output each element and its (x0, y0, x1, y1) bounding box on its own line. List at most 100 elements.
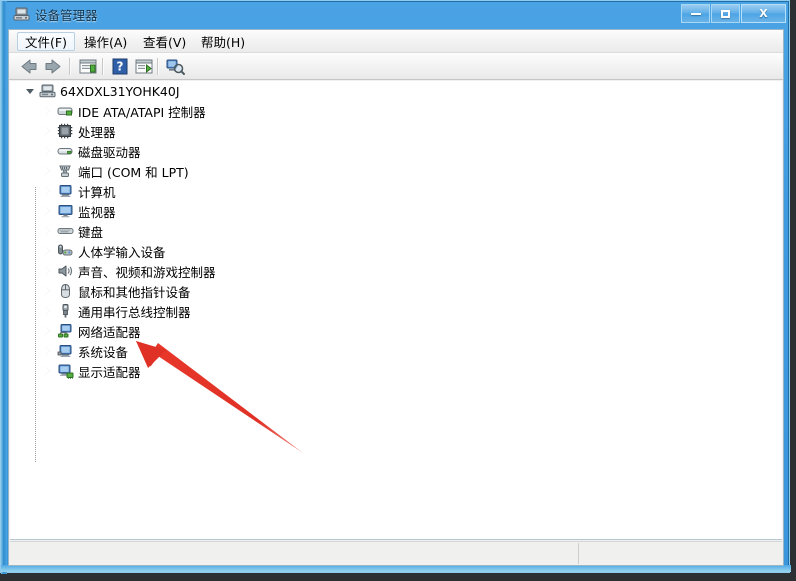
port-icon (56, 163, 74, 179)
tree-item-label: 网络适配器 (78, 324, 141, 340)
caption-buttons: X (681, 4, 786, 23)
tree-item-ide-controller[interactable]: IDE ATA/ATAPI 控制器 (42, 101, 206, 121)
tree-item-label: 人体学输入设备 (78, 244, 166, 260)
tree-item-network-adapter[interactable]: 网络适配器 (42, 321, 141, 341)
scan-hardware-button[interactable] (164, 56, 186, 77)
forward-arrow-icon (45, 59, 61, 74)
device-manager-icon (13, 7, 30, 21)
tree-root-node[interactable]: 64XDXL31YOHK40J (24, 81, 180, 101)
expander-system-devices[interactable] (42, 341, 56, 361)
device-tree[interactable]: 64XDXL31YOHK40J IDE ATA/ATAPI 控制器 处理器 磁盘… (10, 81, 782, 540)
window-glow-left (1, 1, 7, 574)
display-adapter-icon (56, 363, 74, 379)
device-manager-window: 设备管理器 X 文件(F) 操作(A) 查看(V) 帮助(H) ? 64XDXL… (0, 0, 791, 574)
client-area: 文件(F) 操作(A) 查看(V) 帮助(H) ? 64XDXL31YOHK40… (8, 29, 784, 566)
tree-item-hid[interactable]: 人体学输入设备 (42, 241, 166, 261)
tree-item-label: 键盘 (78, 224, 104, 240)
expander-ports[interactable] (42, 161, 56, 181)
tree-item-computer[interactable]: 计算机 (42, 181, 116, 201)
menu-help[interactable]: 帮助(H) (194, 32, 252, 51)
expander-computer[interactable] (42, 181, 56, 201)
monitor-icon (56, 203, 74, 219)
forward-button[interactable] (42, 56, 64, 77)
help-button[interactable]: ? (109, 56, 131, 77)
close-icon: X (759, 7, 768, 20)
close-button[interactable]: X (741, 4, 786, 23)
tree-item-label: IDE ATA/ATAPI 控制器 (78, 104, 206, 120)
keyboard-icon (56, 223, 74, 239)
expander-monitor[interactable] (42, 201, 56, 221)
toolbar-separator-2 (102, 58, 104, 75)
tree-root-label: 64XDXL31YOHK40J (60, 83, 180, 99)
status-bar-separator (578, 543, 579, 564)
tree-item-ports[interactable]: 端口 (COM 和 LPT) (42, 161, 189, 181)
tree-item-usb[interactable]: 通用串行总线控制器 (42, 301, 191, 321)
toolbar: ? (9, 53, 783, 80)
update-driver-icon (135, 59, 153, 74)
title-bar[interactable]: 设备管理器 X (1, 1, 791, 28)
computer-root-icon (38, 83, 56, 99)
disk-drive-icon (56, 143, 74, 159)
tree-item-label: 鼠标和其他指针设备 (78, 284, 191, 300)
expander-display-adapter[interactable] (42, 361, 56, 381)
menu-file[interactable]: 文件(F) (17, 32, 75, 51)
tree-item-system-devices[interactable]: 系统设备 (42, 341, 128, 361)
menu-file-label: 文件(F) (25, 35, 67, 50)
computer-icon (56, 183, 74, 199)
tree-item-label: 计算机 (78, 184, 116, 200)
expander-keyboard[interactable] (42, 221, 56, 241)
tree-item-label: 声音、视频和游戏控制器 (78, 264, 216, 280)
tree-item-label: 磁盘驱动器 (78, 144, 141, 160)
tree-connector-line (35, 187, 36, 463)
tree-item-display-adapter[interactable]: 显示适配器 (42, 361, 141, 381)
properties-button[interactable] (77, 56, 99, 77)
tree-item-keyboard[interactable]: 键盘 (42, 221, 103, 241)
back-button[interactable] (18, 56, 40, 77)
menu-view-label: 查看(V) (143, 35, 187, 50)
hid-icon (56, 243, 74, 259)
toolbar-separator-1 (69, 58, 71, 75)
network-adapter-icon (56, 323, 74, 339)
minimize-icon (682, 5, 709, 22)
expander-usb[interactable] (42, 301, 56, 321)
expander-processor[interactable] (42, 121, 56, 141)
tree-item-processor[interactable]: 处理器 (42, 121, 116, 141)
update-driver-button[interactable] (133, 56, 155, 77)
tree-item-label: 监视器 (78, 204, 116, 220)
processor-icon (56, 123, 74, 139)
menu-view[interactable]: 查看(V) (136, 32, 193, 51)
expander-ide-controller[interactable] (42, 101, 56, 121)
back-arrow-icon (21, 59, 37, 74)
menu-action-label: 操作(A) (84, 35, 128, 50)
maximize-icon (712, 5, 739, 22)
tree-item-monitor[interactable]: 监视器 (42, 201, 116, 221)
status-bar (10, 541, 782, 564)
maximize-button[interactable] (711, 4, 740, 23)
tree-item-sound[interactable]: 声音、视频和游戏控制器 (42, 261, 216, 281)
sound-icon (56, 263, 74, 279)
expander-mouse[interactable] (42, 281, 56, 301)
tree-item-label: 通用串行总线控制器 (78, 304, 191, 320)
help-icon: ? (112, 58, 128, 75)
tree-item-mouse[interactable]: 鼠标和其他指针设备 (42, 281, 191, 301)
system-device-icon (56, 343, 74, 359)
expander-disk-drive[interactable] (42, 141, 56, 161)
expander-sound[interactable] (42, 261, 56, 281)
minimize-button[interactable] (681, 4, 710, 23)
tree-item-label: 端口 (COM 和 LPT) (78, 164, 189, 180)
expander-network-adapter[interactable] (42, 321, 56, 341)
menu-help-label: 帮助(H) (201, 35, 246, 50)
tree-item-disk-drive[interactable]: 磁盘驱动器 (42, 141, 141, 161)
help-glyph: ? (117, 60, 124, 74)
menu-action[interactable]: 操作(A) (77, 32, 134, 51)
tree-item-label: 系统设备 (78, 344, 129, 360)
scan-hardware-icon (166, 59, 185, 75)
tree-item-label: 显示适配器 (78, 364, 141, 380)
tree-item-label: 处理器 (78, 124, 116, 140)
toolbar-separator-3 (157, 58, 159, 75)
expander-hid[interactable] (42, 241, 56, 261)
root-expander[interactable] (24, 81, 38, 101)
properties-icon (79, 59, 97, 74)
menu-bar: 文件(F) 操作(A) 查看(V) 帮助(H) (9, 30, 783, 53)
ide-controller-icon (56, 103, 74, 119)
